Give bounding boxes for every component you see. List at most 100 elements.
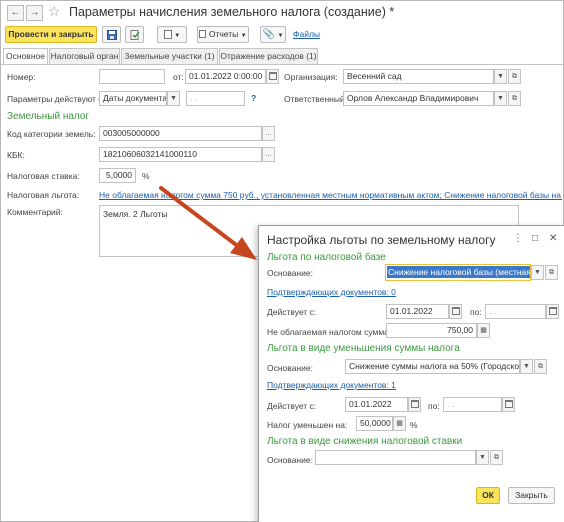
responsible-label: Ответственный: [284, 94, 348, 104]
maximize-icon[interactable]: □ [532, 233, 538, 244]
post-button[interactable] [125, 26, 144, 43]
favorite-star-icon[interactable]: ☆ [48, 3, 61, 20]
tab-expense-reflection[interactable]: Отражение расходов (1) [219, 48, 318, 64]
calculator-icon: ▦ [480, 327, 487, 334]
organization-dropdown-button[interactable]: ▼ [494, 69, 507, 84]
organization-open-button[interactable]: ⧉ [508, 69, 521, 84]
responsible-open-button[interactable]: ⧉ [508, 91, 521, 106]
valid1-from-calendar-button[interactable] [449, 304, 462, 319]
tab-land-plots[interactable]: Земельные участки (1) [121, 48, 218, 64]
basis3-dropdown-button[interactable]: ▼ [476, 450, 489, 465]
attachment-button[interactable]: 📎 ▼ [260, 26, 286, 43]
chevron-down-icon: ▼ [523, 363, 530, 370]
organization-label: Организация: [284, 72, 338, 82]
valid2-from-calendar-button[interactable] [408, 397, 421, 412]
valid1-from-input[interactable]: 01.01.2022 [386, 304, 449, 319]
basis1-label: Основание: [267, 268, 313, 278]
chevron-down-icon: ▼ [240, 33, 247, 39]
files-link[interactable]: Файлы [293, 29, 320, 39]
calculator-icon: ▦ [396, 420, 403, 427]
more-vertical-icon[interactable]: ⋮ [513, 233, 523, 244]
basis2-label: Основание: [267, 363, 313, 373]
chevron-down-icon: ▼ [534, 269, 541, 276]
rate-input[interactable]: 5,0000 [99, 168, 136, 183]
chevron-down-icon: ▼ [497, 73, 504, 80]
tax-reduction-section-title: Льгота в виде уменьшения суммы налога [267, 343, 460, 354]
params-date-input[interactable]: . . [186, 91, 245, 106]
valid1-to-label: по: [470, 307, 482, 317]
basis1-dropdown-button[interactable]: ▼ [531, 265, 544, 280]
exempt-sum-input[interactable]: 750,00 [386, 323, 477, 338]
category-select-button[interactable]: ... [262, 126, 275, 141]
number-input[interactable] [99, 69, 165, 84]
kbk-select-button[interactable]: ... [262, 147, 275, 162]
chevron-down-icon: ▼ [277, 33, 284, 39]
organization-input[interactable]: Весенний сад [343, 69, 494, 84]
basis3-label: Основание: [267, 455, 313, 465]
window-title: Параметры начисления земельного налога (… [69, 5, 395, 19]
benefit-link[interactable]: Не облагаемая налогом сумма 750 руб., ус… [99, 190, 562, 200]
valid1-to-input[interactable]: . . [485, 304, 546, 319]
basis2-open-button[interactable]: ⧉ [534, 359, 547, 374]
rate-reduction-section-title: Льгота в виде снижения налоговой ставки [267, 436, 463, 447]
params-label: Параметры действуют с: [7, 94, 105, 104]
arrow-right-icon: → [29, 7, 40, 18]
date-input[interactable]: 01.01.2022 0:00:00 [185, 69, 266, 84]
open-link-icon: ⧉ [512, 73, 517, 80]
comment-label: Комментарий: [7, 207, 63, 217]
params-dropdown-button[interactable]: ▼ [167, 91, 180, 106]
chevron-down-icon: ▼ [479, 454, 486, 461]
responsible-dropdown-button[interactable]: ▼ [494, 91, 507, 106]
tab-main[interactable]: Основное [3, 48, 48, 65]
exempt-sum-label: Не облагаемая налогом сумма: [267, 327, 392, 337]
reduced-unit: % [410, 420, 418, 430]
reduced-input[interactable]: 50,0000 [356, 416, 393, 431]
close-button[interactable]: Закрыть [508, 487, 555, 504]
responsible-input[interactable]: Орлов Александр Владимирович [343, 91, 494, 106]
valid2-to-calendar-button[interactable] [502, 397, 515, 412]
arrow-left-icon: ← [10, 7, 21, 18]
docs1-link[interactable]: Подтверждающих документов: 0 [267, 287, 396, 297]
post-and-close-button[interactable]: Провести и закрыть [5, 26, 97, 43]
benefit-label: Налоговая льгота: [7, 190, 80, 200]
exempt-sum-calculator-button[interactable]: ▦ [477, 323, 490, 338]
reduced-calculator-button[interactable]: ▦ [393, 416, 406, 431]
create-based-on-button[interactable]: ▼ [157, 26, 187, 43]
tab-divider [1, 64, 563, 65]
date-calendar-button[interactable] [266, 69, 279, 84]
back-button[interactable]: ← [7, 5, 24, 21]
reports-button[interactable]: Отчеты ▼ [197, 26, 249, 43]
chevron-down-icon: ▼ [174, 33, 181, 39]
ok-button[interactable]: ОК [476, 487, 500, 504]
category-input[interactable]: 003005000000 [99, 126, 262, 141]
kbk-label: КБК: [7, 150, 25, 160]
tax-base-section-title: Льгота по налоговой базе [267, 252, 386, 263]
help-icon[interactable]: ? [251, 93, 256, 103]
basis2-input[interactable]: Снижение суммы налога на 50% (Городско [345, 359, 520, 374]
basis2-dropdown-button[interactable]: ▼ [520, 359, 533, 374]
kbk-input[interactable]: 18210606032141000110 [99, 147, 262, 162]
report-icon [199, 30, 207, 38]
document-post-icon [130, 30, 140, 40]
close-icon[interactable]: ✕ [549, 233, 557, 244]
from-label: от: [173, 72, 184, 82]
valid2-from-input[interactable]: 01.01.2022 [345, 397, 408, 412]
valid1-to-calendar-button[interactable] [546, 304, 559, 319]
benefit-settings-dialog: Настройка льготы по земельному налогу ⋮ … [258, 225, 564, 522]
reduced-label: Налог уменьшен на: [267, 420, 348, 430]
category-label: Код категории земель: [7, 129, 96, 139]
valid2-from-label: Действует с: [267, 401, 317, 411]
basis3-open-button[interactable]: ⧉ [490, 450, 503, 465]
docs2-link[interactable]: Подтверждающих документов: 1 [267, 380, 396, 390]
valid2-to-input[interactable]: . . [443, 397, 502, 412]
save-button[interactable] [102, 26, 121, 43]
basis1-input[interactable]: Снижение налоговой базы (местная, Г [385, 264, 531, 281]
tab-tax-authority[interactable]: Налоговый орган [49, 48, 120, 64]
basis3-input[interactable] [315, 450, 476, 465]
basis1-open-button[interactable]: ⧉ [545, 265, 558, 280]
open-link-icon: ⧉ [494, 454, 499, 461]
params-select[interactable]: Даты документа [99, 91, 167, 106]
calendar-icon [548, 307, 557, 315]
rate-label: Налоговая ставка: [7, 171, 80, 181]
forward-button[interactable]: → [26, 5, 43, 21]
